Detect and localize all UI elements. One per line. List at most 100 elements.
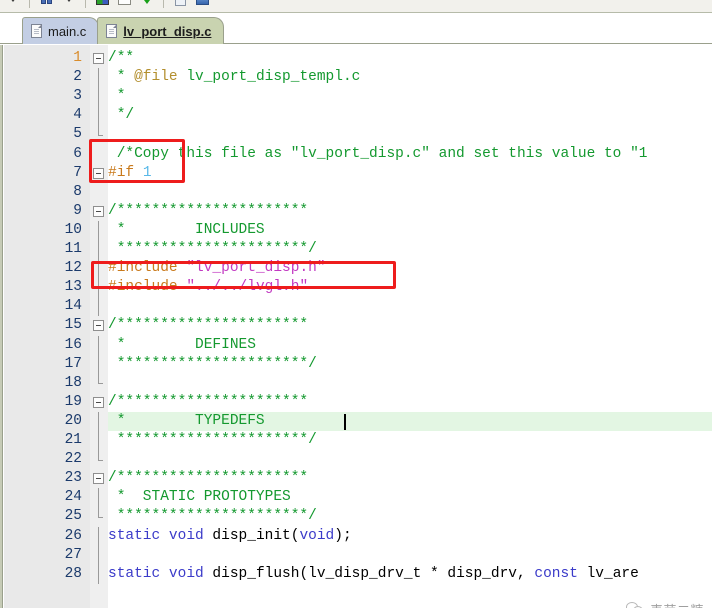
fold-toggle-icon[interactable] xyxy=(93,320,104,332)
fold-guide-line xyxy=(98,220,99,240)
fold-toggle-icon[interactable] xyxy=(93,167,104,179)
code-line[interactable]: * TYPEDEFS xyxy=(108,412,265,431)
toolbar-buttons xyxy=(0,0,211,12)
line-number: 20 xyxy=(64,412,82,429)
binoculars-dropdown-button[interactable] xyxy=(60,0,77,8)
fold-toggle-icon[interactable] xyxy=(93,396,104,408)
code-line[interactable]: /********************** xyxy=(108,202,308,221)
line-number: 2 xyxy=(73,69,82,86)
line-number: 12 xyxy=(64,260,82,277)
code-token: 1 xyxy=(142,164,152,181)
code-line[interactable]: #if 1 xyxy=(108,164,152,183)
fold-toggle-icon[interactable] xyxy=(93,473,104,485)
build-target-button[interactable] xyxy=(194,0,211,8)
code-line[interactable]: **********************/ xyxy=(108,431,317,450)
code-line[interactable]: /********************** xyxy=(108,393,308,412)
editor-tab-bar: main.c lv_port_disp.c xyxy=(0,13,712,44)
code-line[interactable]: */ xyxy=(108,106,134,125)
code-line[interactable]: #include "../../lvgl.h" xyxy=(108,278,308,297)
code-token: */ xyxy=(108,107,135,124)
code-token: void xyxy=(299,527,335,544)
blank-page-button[interactable] xyxy=(116,0,133,8)
code-line[interactable]: * xyxy=(108,87,126,106)
toolbar-separator xyxy=(29,0,30,8)
fold-guide-line xyxy=(98,240,99,260)
code-token: static xyxy=(108,527,161,544)
code-token: "lv_port_disp.h" xyxy=(186,260,326,277)
tab-strip: main.c lv_port_disp.c xyxy=(22,16,225,44)
line-number: 22 xyxy=(64,451,82,468)
line-number: 11 xyxy=(64,241,82,257)
fold-guide-line xyxy=(98,488,99,508)
code-line[interactable]: * @file lv_port_disp_templ.c xyxy=(108,68,361,87)
binoculars-icon xyxy=(41,0,52,4)
fold-guide-line xyxy=(98,278,99,298)
line-number: 7 xyxy=(73,164,82,181)
code-token: #include xyxy=(108,260,178,277)
tab-label: lv_port_disp.c xyxy=(123,23,212,39)
code-token: **********************/ xyxy=(108,508,317,525)
fold-guide-line xyxy=(98,507,99,517)
code-line[interactable]: /** xyxy=(108,49,134,68)
fold-guide-line xyxy=(98,450,99,460)
code-line[interactable]: /********************** xyxy=(108,469,308,488)
go-down-button[interactable] xyxy=(138,0,155,8)
code-line[interactable]: static void disp_flush(lv_disp_drv_t * d… xyxy=(108,565,639,584)
fold-guide-end xyxy=(98,134,103,136)
code-line[interactable]: **********************/ xyxy=(108,507,317,526)
code-editor[interactable]: 1 /** 2 * @file lv_port_disp_templ.c 3 * 4 *… xyxy=(0,45,712,608)
code-token: /********************** xyxy=(108,202,309,219)
tab-lv-port-disp-c[interactable]: lv_port_disp.c xyxy=(97,17,225,44)
code-token: static xyxy=(108,565,161,582)
fold-toggle-icon[interactable] xyxy=(93,205,104,217)
fold-guide-line xyxy=(98,545,99,565)
chevron-down-icon xyxy=(65,0,72,2)
toolbar-separator xyxy=(163,0,164,8)
code-line[interactable]: #include "lv_port_disp.h" xyxy=(108,259,326,278)
code-token: * xyxy=(108,88,126,105)
fold-guide-line xyxy=(98,526,99,546)
tab-main-c[interactable]: main.c xyxy=(22,17,100,44)
line-number: 28 xyxy=(64,565,82,582)
code-line[interactable]: * STATIC PROTOTYPES xyxy=(108,488,291,507)
code-line[interactable]: static void disp_init(void); xyxy=(108,527,352,546)
watermark-text: 麦芽二糖 xyxy=(650,600,704,608)
code-line[interactable]: **********************/ xyxy=(108,355,317,374)
tab-label: main.c xyxy=(48,23,87,39)
code-line[interactable]: /*Copy this file as "lv_port_disp.c" and… xyxy=(108,145,648,164)
code-token: **********************/ xyxy=(108,355,317,372)
code-line[interactable]: * DEFINES xyxy=(108,336,256,355)
code-token: @file xyxy=(134,69,178,86)
code-token: * TYPEDEFS xyxy=(108,412,265,429)
bookmark-pair-button[interactable] xyxy=(94,0,111,8)
code-token: const xyxy=(534,565,578,582)
code-line[interactable]: /********************** xyxy=(108,316,308,335)
code-token: /*Copy this file as "lv_port_disp.c" and… xyxy=(108,145,648,162)
fold-guide-line xyxy=(98,125,99,135)
line-number: 19 xyxy=(64,393,82,410)
blank-page-icon xyxy=(118,0,131,5)
line-number: 15 xyxy=(64,317,82,334)
wechat-icon xyxy=(625,602,645,608)
line-number: 13 xyxy=(64,279,82,296)
line-number: 16 xyxy=(64,336,82,353)
line-number: 3 xyxy=(73,88,82,105)
code-line[interactable]: **********************/ xyxy=(108,240,317,259)
toolbar-separator xyxy=(85,0,86,8)
line-number: 5 xyxy=(73,126,82,143)
code-token: "../../lvgl.h" xyxy=(186,279,309,296)
fold-guide-line xyxy=(98,373,99,384)
line-number: 1 xyxy=(73,50,82,66)
document-button[interactable] xyxy=(172,0,189,8)
combo-caret-button[interactable] xyxy=(4,0,21,8)
bookmark-pair-icon xyxy=(96,0,109,5)
code-token: disp_flush(lv_disp_drv_t * disp_drv, xyxy=(203,565,535,582)
fold-guide-line xyxy=(98,259,99,279)
binoculars-button[interactable] xyxy=(38,0,55,8)
code-token: void xyxy=(168,527,204,544)
code-line[interactable]: * INCLUDES xyxy=(108,221,265,240)
fold-toggle-icon[interactable] xyxy=(93,53,104,64)
line-number: 10 xyxy=(64,221,82,238)
fold-guide-line xyxy=(98,411,99,431)
code-token: ); xyxy=(334,527,352,544)
